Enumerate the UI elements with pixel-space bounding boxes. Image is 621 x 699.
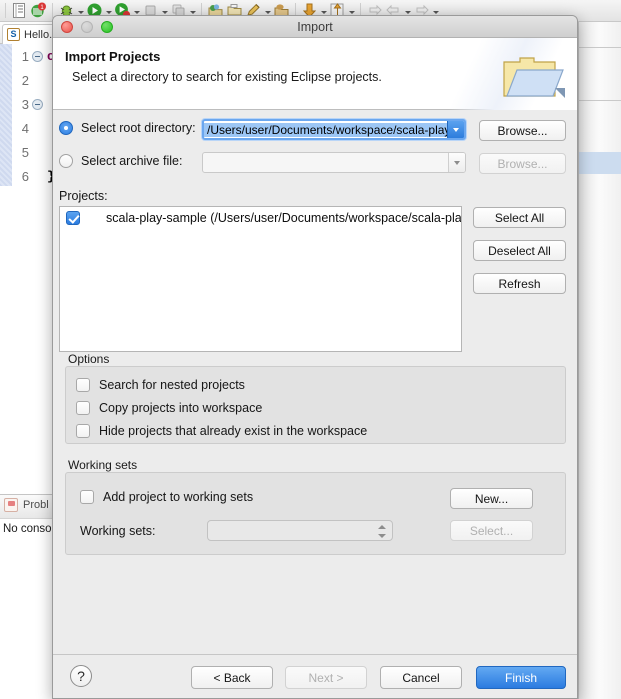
dialog-body: Select root directory: /Users/user/Docum… xyxy=(53,110,577,654)
console-message: No conso xyxy=(3,523,52,535)
line-number: 2 xyxy=(21,72,29,88)
chevron-updown-icon xyxy=(378,525,387,538)
minimize-window-icon[interactable] xyxy=(81,21,93,33)
option-hide-existing-row[interactable]: Hide projects that already exist in the … xyxy=(76,424,367,438)
close-window-icon[interactable] xyxy=(61,21,73,33)
root-directory-row: Select root directory: xyxy=(59,121,196,135)
save-all-icon[interactable]: 1 xyxy=(30,2,47,19)
option-label: Copy projects into workspace xyxy=(99,401,263,415)
list-item[interactable]: scala-play-sample (/Users/user/Documents… xyxy=(60,207,461,229)
dialog-title: Import xyxy=(297,19,333,34)
import-folder-icon xyxy=(503,57,565,98)
chevron-down-icon xyxy=(453,127,459,132)
back-button[interactable]: < Back xyxy=(191,666,273,689)
window-controls xyxy=(61,21,113,33)
option-label: Search for nested projects xyxy=(99,378,245,392)
screen: 1 S Hello. 1 2 3 4 5 6} Probl No conso … xyxy=(0,0,621,699)
radio-select-root-directory[interactable] xyxy=(59,121,73,135)
root-directory-combo[interactable]: /Users/user/Documents/workspace/scala-pl… xyxy=(202,119,466,140)
import-dialog: Import Import Projects Select a director… xyxy=(52,15,578,699)
new-working-set-button[interactable]: New... xyxy=(450,488,533,509)
cancel-button[interactable]: Cancel xyxy=(380,666,462,689)
line-number: 5 xyxy=(21,144,29,160)
right-background-pane xyxy=(578,22,621,699)
working-sets-group: Add project to working sets New... Worki… xyxy=(65,472,566,555)
archive-file-dropdown-button[interactable] xyxy=(448,153,465,172)
root-directory-label: Select root directory: xyxy=(81,121,196,135)
add-to-working-sets-row[interactable]: Add project to working sets xyxy=(80,490,253,504)
fold-toggle-icon[interactable] xyxy=(32,98,43,110)
working-sets-combo-label: Working sets: xyxy=(80,524,156,538)
projects-label: Projects: xyxy=(59,189,108,203)
root-directory-value[interactable]: /Users/user/Documents/workspace/scala-pl… xyxy=(204,122,447,137)
project-checkbox[interactable] xyxy=(66,211,80,225)
add-to-working-sets-label: Add project to working sets xyxy=(103,490,254,504)
dialog-titlebar[interactable]: Import xyxy=(53,16,577,38)
working-sets-group-title: Working sets xyxy=(68,458,138,472)
dialog-footer: ? < Back Next > Cancel Finish xyxy=(53,654,577,698)
archive-file-combo[interactable] xyxy=(202,152,466,173)
refresh-button[interactable]: Refresh xyxy=(473,273,566,294)
help-button[interactable]: ? xyxy=(70,665,92,687)
select-working-set-button: Select... xyxy=(450,520,533,541)
editor-tab-label: Hello. xyxy=(24,28,53,41)
tab-problems[interactable]: Probl xyxy=(4,498,49,512)
next-button: Next > xyxy=(285,666,367,689)
line-number: 3 xyxy=(21,96,29,112)
checkbox-search-nested-projects[interactable] xyxy=(76,378,90,392)
zoom-window-icon[interactable] xyxy=(101,21,113,33)
archive-file-label: Select archive file: xyxy=(81,154,183,168)
line-number: 6 xyxy=(21,168,29,184)
working-sets-combo[interactable] xyxy=(207,520,393,541)
problems-icon xyxy=(4,498,18,512)
editor-tab-hello[interactable]: S Hello. xyxy=(2,24,60,44)
scala-file-icon: S xyxy=(7,28,20,41)
fold-toggle-icon[interactable] xyxy=(32,50,43,62)
project-label: scala-play-sample (/Users/user/Documents… xyxy=(106,211,462,225)
problems-tab-label: Probl xyxy=(23,499,49,511)
projects-listbox[interactable]: scala-play-sample (/Users/user/Documents… xyxy=(59,206,462,352)
root-directory-dropdown-button[interactable] xyxy=(447,121,464,138)
line-number: 1 xyxy=(21,48,29,64)
options-group: Search for nested projects Copy projects… xyxy=(65,366,566,444)
archive-file-row: Select archive file: xyxy=(59,154,182,168)
radio-select-archive-file[interactable] xyxy=(59,154,73,168)
right-pane-highlight xyxy=(579,152,621,174)
browse-root-directory-button[interactable]: Browse... xyxy=(479,120,566,141)
select-all-button[interactable]: Select All xyxy=(473,207,566,228)
checkbox-hide-existing-projects[interactable] xyxy=(76,424,90,438)
right-pane-divider xyxy=(578,100,621,101)
option-copy-projects-row[interactable]: Copy projects into workspace xyxy=(76,401,262,415)
option-label: Hide projects that already exist in the … xyxy=(99,424,368,438)
deselect-all-button[interactable]: Deselect All xyxy=(473,240,566,261)
new-wizard-icon[interactable] xyxy=(11,2,28,19)
checkbox-copy-projects-into-workspace[interactable] xyxy=(76,401,90,415)
option-search-nested-row[interactable]: Search for nested projects xyxy=(76,378,245,392)
right-pane-divider xyxy=(578,47,621,48)
browse-archive-file-button: Browse... xyxy=(479,153,566,174)
dialog-header: Import Projects Select a directory to se… xyxy=(53,38,577,110)
options-group-title: Options xyxy=(68,352,110,366)
chevron-down-icon xyxy=(454,160,460,165)
line-number: 4 xyxy=(21,120,29,136)
toolbar-separator xyxy=(5,3,6,18)
checkbox-add-project-to-working-sets[interactable] xyxy=(80,490,94,504)
finish-button[interactable]: Finish xyxy=(476,666,566,689)
